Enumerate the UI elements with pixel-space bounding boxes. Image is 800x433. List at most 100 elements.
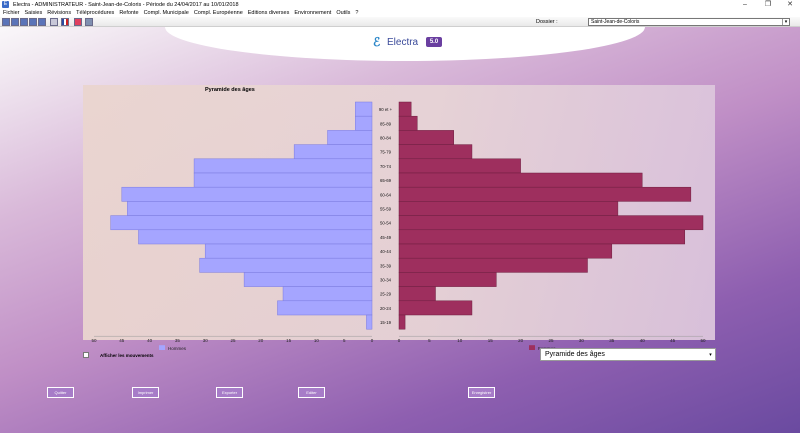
tick-label-femmes: 35 bbox=[609, 338, 615, 343]
bar-femmes bbox=[398, 115, 418, 131]
electra-app-icon: E bbox=[2, 1, 9, 8]
print-icon[interactable] bbox=[20, 18, 28, 26]
chart-type-select[interactable]: Pyramide des âges ▾ bbox=[540, 348, 716, 361]
tick-label-hommes: 45 bbox=[119, 338, 125, 343]
bar-hommes bbox=[204, 243, 373, 259]
age-category-label: 60-64 bbox=[380, 192, 392, 197]
age-category-label: 35-39 bbox=[380, 263, 392, 268]
bar-hommes bbox=[193, 172, 373, 188]
bar-femmes bbox=[398, 243, 613, 259]
tick-label-femmes: 0 bbox=[398, 338, 401, 343]
electra-logo: ℰ Electra bbox=[373, 36, 418, 48]
age-category-label: 65-69 bbox=[380, 178, 392, 183]
bar-femmes bbox=[398, 257, 588, 273]
menu-revisions[interactable]: Révisions bbox=[47, 10, 71, 16]
menu-bar: Fichier Saisies Révisions Téléprocédures… bbox=[0, 9, 800, 17]
bar-femmes bbox=[398, 130, 454, 145]
close-icon[interactable]: ✕ bbox=[779, 0, 800, 9]
bar-hommes bbox=[277, 300, 373, 316]
tick-label-femmes: 50 bbox=[700, 338, 706, 343]
bar-hommes bbox=[193, 158, 373, 174]
age-category-label: 20-24 bbox=[380, 306, 392, 311]
quitter-button[interactable]: Quitter bbox=[47, 387, 74, 398]
chevron-down-icon[interactable]: ▾ bbox=[707, 351, 714, 359]
bar-femmes bbox=[398, 201, 619, 216]
save-icon[interactable] bbox=[11, 18, 19, 26]
tick-label-hommes: 10 bbox=[314, 338, 320, 343]
afficher-mouvements-label: Afficher les mouvements bbox=[100, 353, 154, 358]
bar-hommes bbox=[199, 257, 373, 273]
age-category-label: 50-54 bbox=[380, 221, 392, 226]
menu-help[interactable]: ? bbox=[355, 10, 358, 16]
minimize-icon[interactable]: – bbox=[734, 0, 756, 9]
menu-environnement[interactable]: Environnement bbox=[294, 10, 331, 16]
brand-name: Electra bbox=[387, 36, 419, 48]
age-category-label: 85-89 bbox=[380, 121, 392, 126]
tick-label-femmes: 40 bbox=[640, 338, 646, 343]
help-icon[interactable] bbox=[74, 18, 82, 26]
legend-label-hommes: Hommes bbox=[168, 346, 187, 350]
bar-hommes bbox=[355, 115, 373, 131]
flag-icon[interactable] bbox=[61, 18, 69, 26]
dossier-value: Saint-Jean-de-Coloris bbox=[591, 19, 640, 25]
afficher-mouvements-checkbox[interactable] bbox=[83, 352, 89, 358]
title-bar: E Electra - ADMINISTRATEUR - Saint-Jean-… bbox=[0, 0, 800, 9]
menu-fichier[interactable]: Fichier bbox=[3, 10, 20, 16]
age-category-label: 25-29 bbox=[380, 292, 392, 297]
menu-editions-diverses[interactable]: Editions diverses bbox=[248, 10, 290, 16]
bar-femmes bbox=[398, 172, 643, 188]
bar-femmes bbox=[398, 300, 473, 316]
menu-saisies[interactable]: Saisies bbox=[25, 10, 43, 16]
bar-hommes bbox=[110, 215, 373, 231]
bar-femmes bbox=[398, 144, 473, 160]
open-icon[interactable] bbox=[2, 18, 10, 26]
bar-hommes bbox=[293, 144, 373, 160]
bar-hommes bbox=[366, 314, 373, 330]
dossier-label: Dossier : bbox=[536, 19, 558, 25]
bar-hommes bbox=[138, 229, 373, 245]
bar-femmes bbox=[398, 314, 406, 330]
editer-button[interactable]: Editer bbox=[298, 387, 325, 398]
chevron-down-icon[interactable]: ▾ bbox=[782, 19, 789, 25]
imprimer-button[interactable]: Imprimer bbox=[132, 387, 159, 398]
bar-hommes bbox=[121, 186, 373, 202]
tick-label-hommes: 5 bbox=[343, 338, 346, 343]
tick-label-femmes: 10 bbox=[457, 338, 463, 343]
electra-logo-icon: ℰ bbox=[373, 35, 381, 49]
maximize-icon[interactable]: ❐ bbox=[757, 0, 779, 9]
tick-label-hommes: 50 bbox=[91, 338, 97, 343]
tick-label-femmes: 25 bbox=[548, 338, 554, 343]
tick-label-hommes: 15 bbox=[286, 338, 292, 343]
legend-swatch-femmes bbox=[529, 345, 535, 350]
bar-femmes bbox=[398, 158, 521, 174]
enregistrer-button[interactable]: Enregistrer bbox=[468, 387, 495, 398]
menu-outils[interactable]: Outils bbox=[336, 10, 350, 16]
export-icon[interactable] bbox=[38, 18, 46, 26]
bar-hommes bbox=[282, 286, 373, 302]
dossier-select[interactable]: Saint-Jean-de-Coloris ▾ bbox=[588, 18, 790, 26]
menu-compl-europeenne[interactable]: Compl. Européenne bbox=[194, 10, 243, 16]
bar-hommes bbox=[327, 130, 373, 145]
tick-label-femmes: 15 bbox=[488, 338, 494, 343]
menu-teleprocedures[interactable]: Téléprocédures bbox=[76, 10, 114, 16]
exporter-button[interactable]: Exporter bbox=[216, 387, 243, 398]
tick-label-hommes: 25 bbox=[230, 338, 236, 343]
tick-label-hommes: 30 bbox=[203, 338, 209, 343]
age-category-label: 75-79 bbox=[380, 150, 392, 155]
tick-label-femmes: 45 bbox=[670, 338, 676, 343]
version-badge: 5.0 bbox=[426, 37, 442, 47]
tick-label-hommes: 0 bbox=[371, 338, 374, 343]
exit-icon[interactable] bbox=[85, 18, 93, 26]
bar-hommes bbox=[127, 201, 373, 216]
menu-refonte[interactable]: Refonte bbox=[119, 10, 138, 16]
menu-compl-municipale[interactable]: Compl. Municipale bbox=[144, 10, 189, 16]
age-category-label: 30-34 bbox=[380, 278, 392, 283]
bar-hommes bbox=[355, 101, 373, 117]
bar-femmes bbox=[398, 286, 436, 302]
preview-icon[interactable] bbox=[29, 18, 37, 26]
age-category-label: 55-59 bbox=[380, 207, 392, 212]
bar-femmes bbox=[398, 101, 412, 117]
tool-icon[interactable] bbox=[50, 18, 58, 26]
age-category-label: 45-49 bbox=[380, 235, 392, 240]
tick-label-hommes: 20 bbox=[258, 338, 264, 343]
